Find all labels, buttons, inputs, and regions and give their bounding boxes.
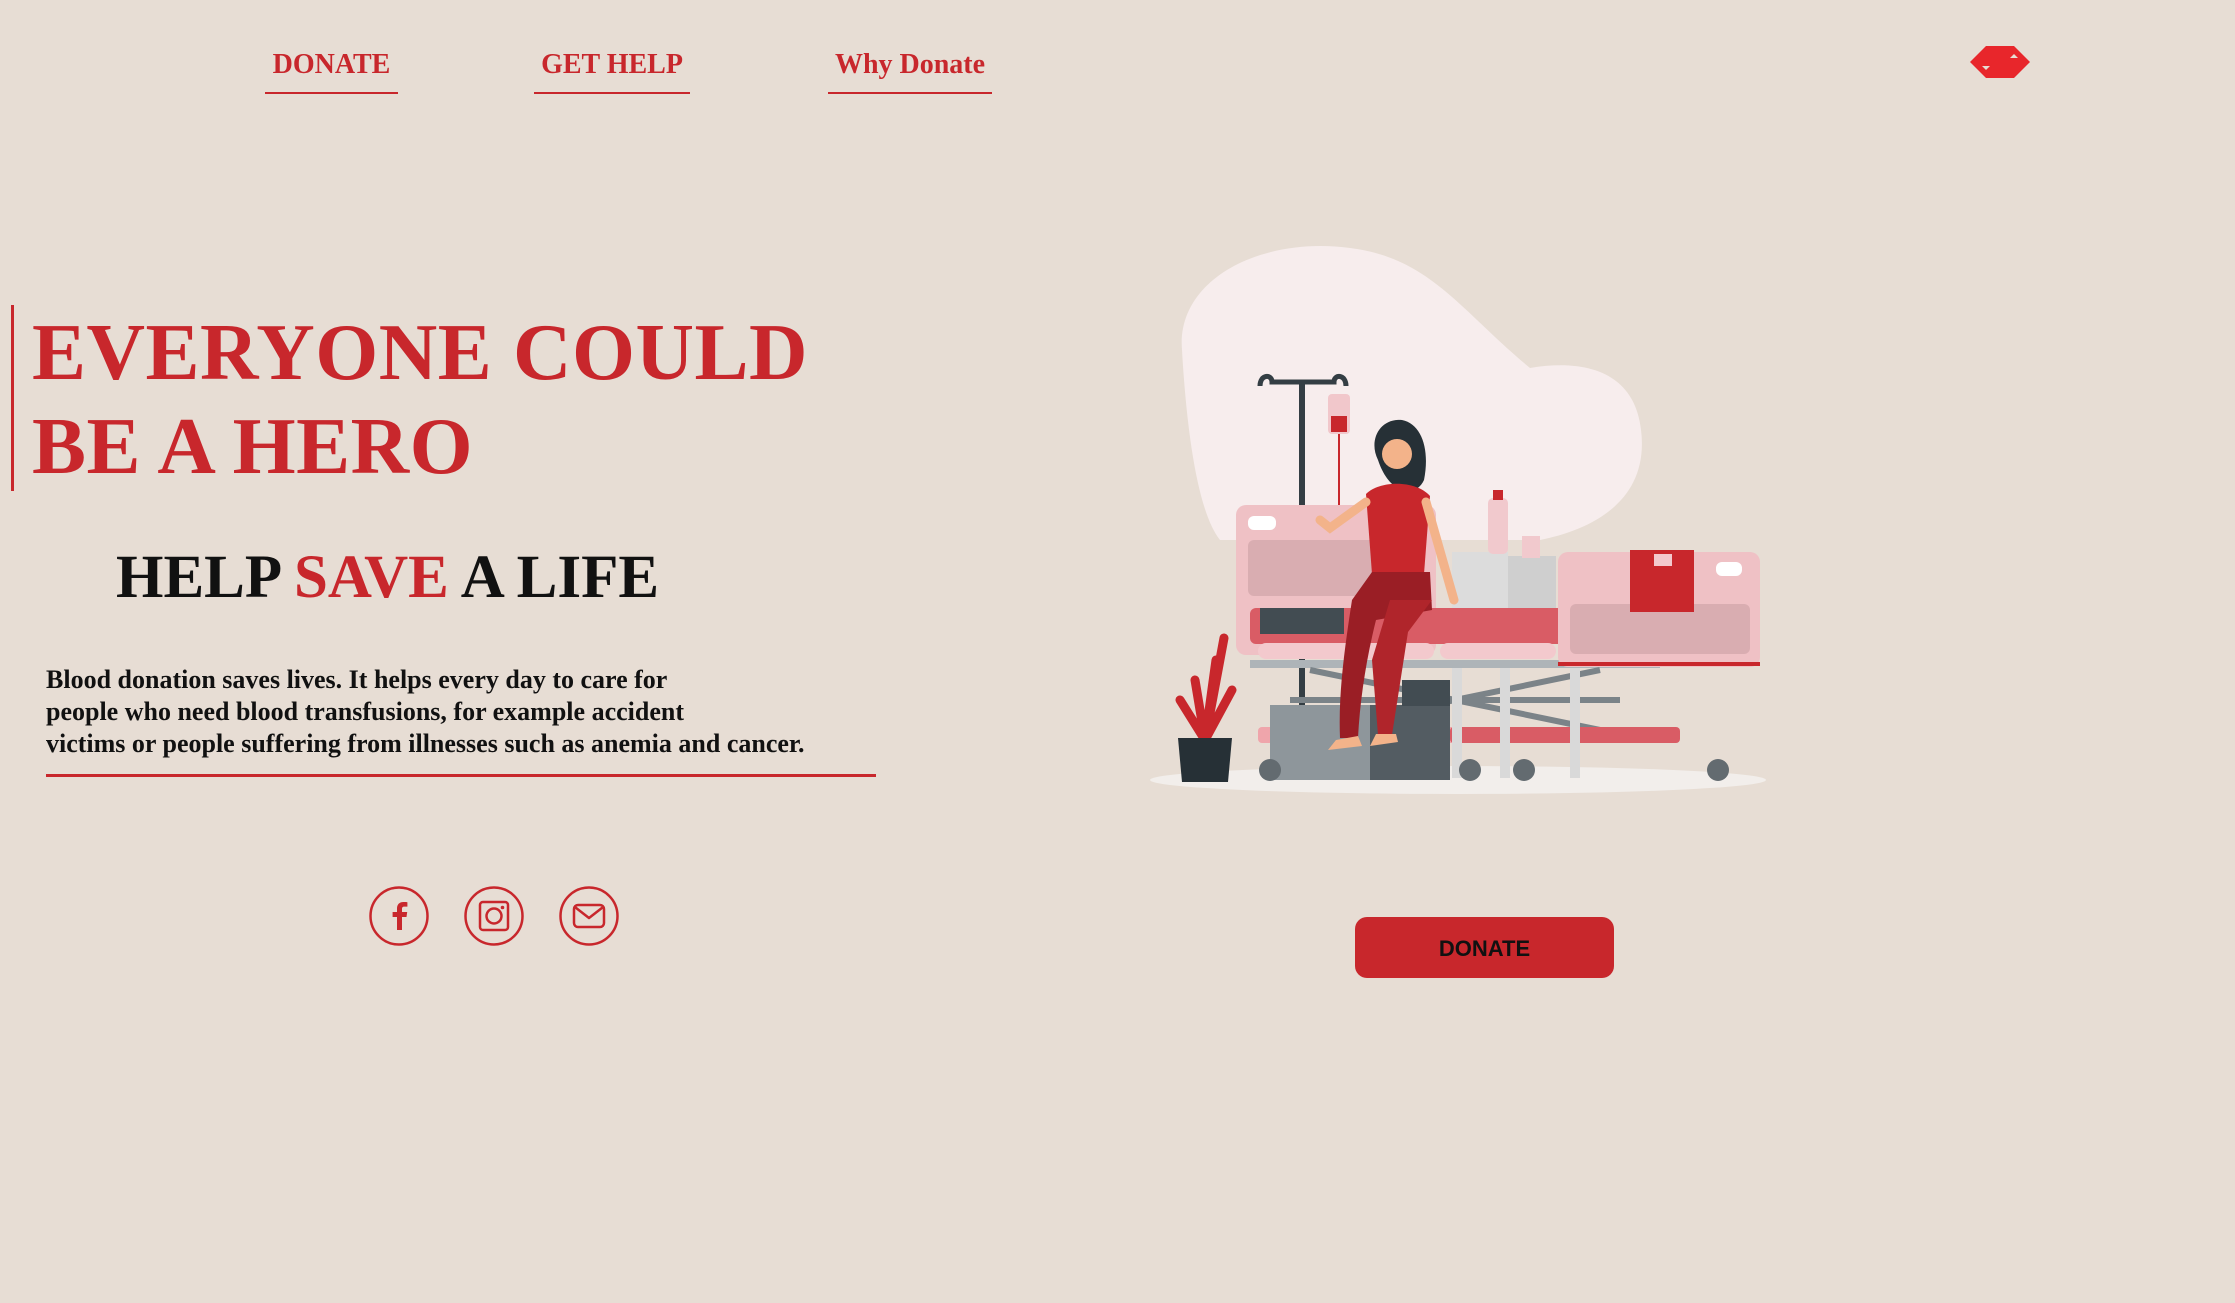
description-line-2: people who need blood transfusions, for … xyxy=(46,697,684,726)
nav-link-get-help[interactable]: GET HELP xyxy=(534,48,690,94)
brand-logo-icon[interactable] xyxy=(1964,38,2036,86)
nav-link-why-donate[interactable]: Why Donate xyxy=(828,48,992,94)
headline-accent-bar xyxy=(11,305,14,491)
nav-link-donate[interactable]: DONATE xyxy=(265,48,398,94)
description-line-1: Blood donation saves lives. It helps eve… xyxy=(46,665,668,694)
donate-button[interactable]: DONATE xyxy=(1355,917,1614,978)
instagram-icon[interactable] xyxy=(464,886,524,946)
hero-description: Blood donation saves lives. It helps eve… xyxy=(46,664,876,777)
hospital-bed-illustration xyxy=(1150,246,1766,794)
description-line-3: victims or people suffering from illness… xyxy=(46,729,805,758)
facebook-icon[interactable] xyxy=(369,886,429,946)
subhead-accent-word: SAVE xyxy=(293,544,449,611)
headline-line-1: EVERYONE COULD xyxy=(32,307,808,397)
subhead-text-before: HELP xyxy=(116,544,294,611)
headline-line-2: BE A HERO xyxy=(32,401,474,491)
subhead-text-after: A LIFE xyxy=(448,544,660,611)
hero-subheading: HELP SAVE A LIFE xyxy=(116,540,659,616)
hero-headline: EVERYONE COULD BE A HERO xyxy=(32,305,808,493)
mail-icon[interactable] xyxy=(559,886,619,946)
